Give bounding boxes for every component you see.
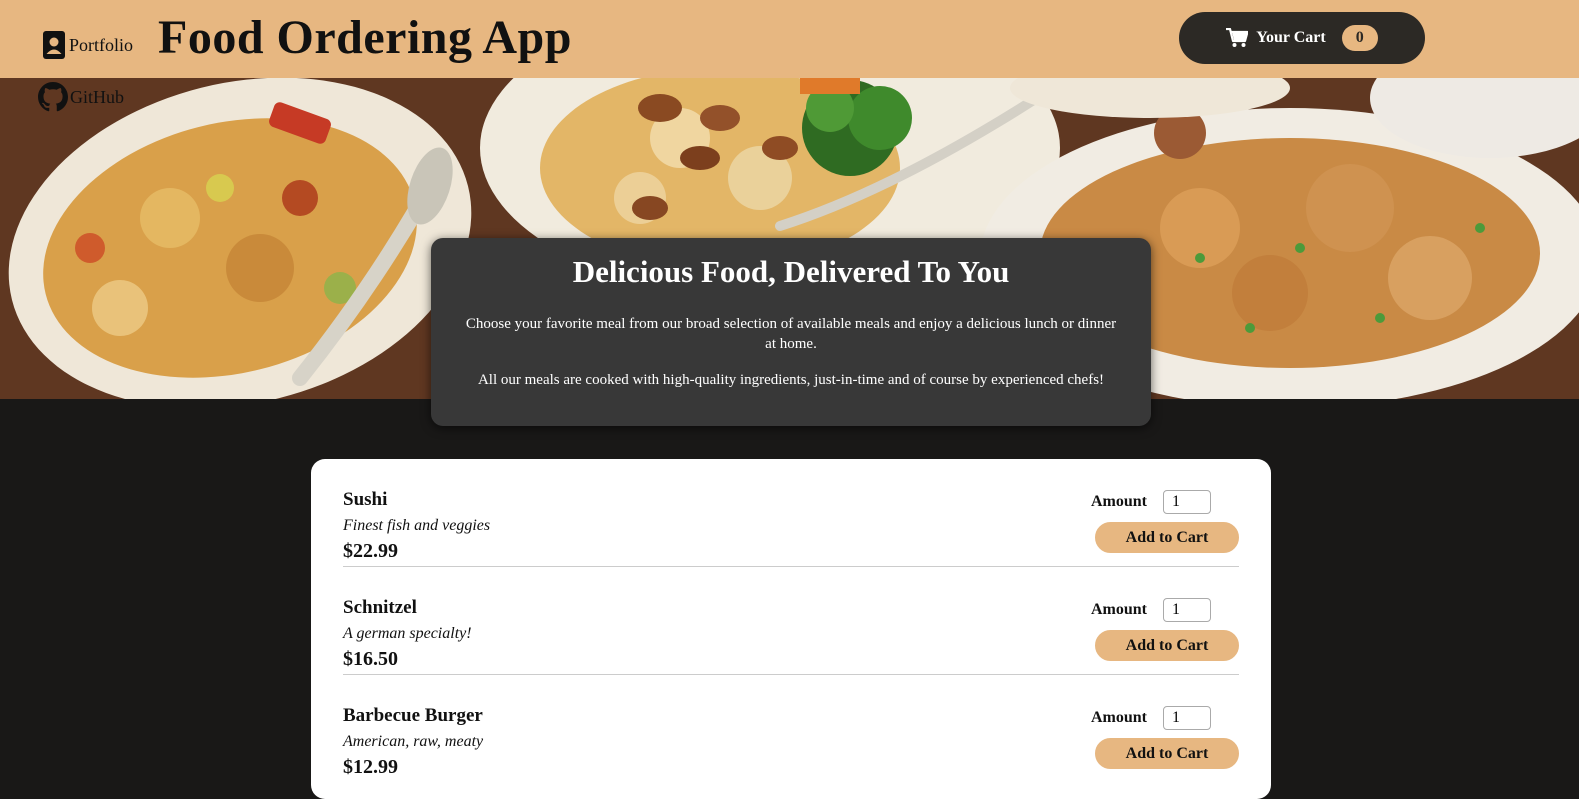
portfolio-label: Portfolio xyxy=(69,34,134,55)
add-to-cart-button[interactable]: Add to Cart xyxy=(1095,738,1239,769)
amount-label: Amount xyxy=(1090,493,1147,510)
github-link[interactable]: GitHub xyxy=(38,81,124,113)
meal-description: Finest fish and veggies xyxy=(343,517,491,534)
add-to-cart-button[interactable]: Add to Cart xyxy=(1095,522,1239,553)
meal-price: $22.99 xyxy=(343,540,398,562)
meal-price: $16.50 xyxy=(343,648,398,670)
meal-item: Barbecue Burger American, raw, meaty $12… xyxy=(343,675,1239,783)
available-meals-list: Sushi Finest fish and veggies $22.99 Amo… xyxy=(311,459,1271,799)
meal-description: A german specialty! xyxy=(343,625,472,642)
meal-description: American, raw, meaty xyxy=(343,733,484,750)
amount-label: Amount xyxy=(1090,709,1147,726)
amount-label: Amount xyxy=(1090,601,1147,618)
your-cart-button[interactable]: Your Cart 0 xyxy=(1179,12,1425,64)
meal-item: Schnitzel A german specialty! $16.50 Amo… xyxy=(343,567,1239,675)
meal-price: $12.99 xyxy=(343,756,398,778)
meal-item: Sushi Finest fish and veggies $22.99 Amo… xyxy=(343,459,1239,567)
summary-heading: Delicious Food, Delivered To You xyxy=(572,254,1010,289)
github-icon xyxy=(38,82,68,112)
contact-card-icon xyxy=(43,31,65,59)
cart-count-badge: 0 xyxy=(1341,25,1378,51)
github-label: GitHub xyxy=(70,86,124,107)
amount-input[interactable] xyxy=(1163,490,1211,514)
meals-summary: Delicious Food, Delivered To You Choose … xyxy=(431,238,1151,426)
meal-name: Barbecue Burger xyxy=(343,705,483,726)
summary-paragraph-2: All our meals are cooked with high-quali… xyxy=(477,372,1105,388)
amount-input[interactable] xyxy=(1163,598,1211,622)
summary-paragraph-1: Choose your favorite meal from our broad… xyxy=(465,316,1117,352)
cart-icon xyxy=(1226,28,1249,47)
app-title: Food Ordering App xyxy=(158,11,572,64)
portfolio-link[interactable]: Portfolio xyxy=(42,29,133,61)
app-header: Portfolio Food Ordering App Your Cart 0 xyxy=(0,0,1579,78)
meal-name: Schnitzel xyxy=(343,597,417,618)
add-to-cart-button[interactable]: Add to Cart xyxy=(1095,630,1239,661)
meal-name: Sushi xyxy=(343,489,388,510)
cart-label: Your Cart xyxy=(1256,29,1326,46)
amount-input[interactable] xyxy=(1163,706,1211,730)
